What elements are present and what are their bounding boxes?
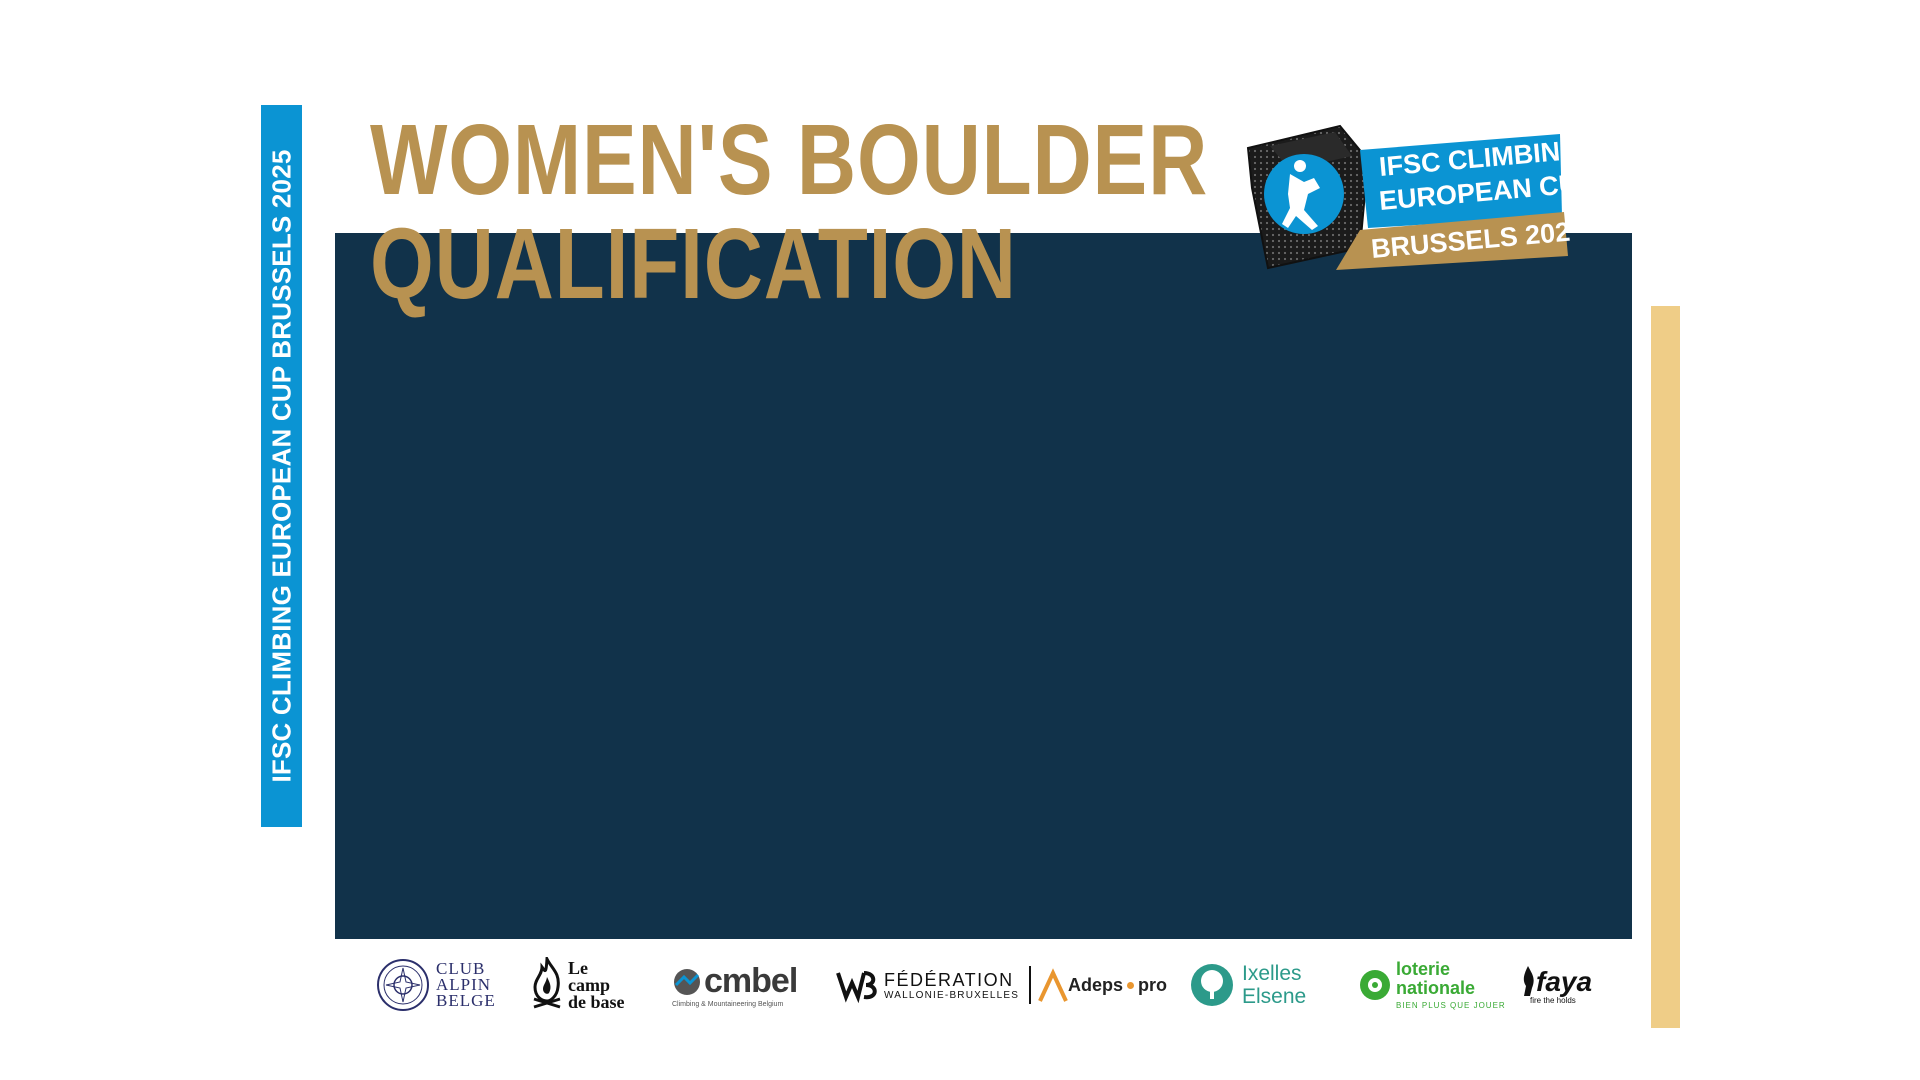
camp-line-3: de base	[568, 991, 625, 1012]
adeps-dot-icon	[1127, 981, 1135, 989]
gold-accent-bar	[1651, 306, 1680, 1028]
loterie-line-2: nationale	[1396, 978, 1476, 998]
loterie-clover-icon	[1360, 970, 1390, 1000]
federation-line-1: FÉDÉRATION	[884, 969, 1014, 990]
faya-flame-icon	[1523, 965, 1534, 996]
club-alpin-line-3: BELGE	[436, 991, 496, 1010]
club-alpin-seal-icon	[377, 959, 429, 1011]
federation-logo-icon	[836, 971, 877, 1004]
tree-icon	[1191, 964, 1233, 1006]
cmbel-tagline: Climbing & Mountaineering Belgium	[672, 1001, 784, 1008]
sponsor-cmbel: cmbel Climbing & Mountaineering Belgium	[672, 950, 798, 1020]
flame-icon	[533, 957, 561, 1009]
title-line-1: WOMEN'S BOULDER	[370, 104, 1209, 216]
title-line-2: QUALIFICATION	[370, 208, 1017, 320]
loterie-line-1: loterie	[1396, 959, 1451, 979]
sponsor-adeps-pro: Adeps pro	[1038, 950, 1167, 1020]
event-logo: IFSC CLIMBING EUROPEAN CUP BRUSSELS 2025	[1246, 124, 1570, 270]
side-banner: IFSC CLIMBING EUROPEAN CUP BRUSSELS 2025	[261, 105, 302, 827]
side-banner-text: IFSC CLIMBING EUROPEAN CUP BRUSSELS 2025	[266, 149, 296, 783]
sponsor-federation-wallonie-bruxelles: FÉDÉRATION WALLONIE-BRUXELLES	[834, 950, 1032, 1020]
adeps-peak-icon	[1038, 968, 1068, 1002]
camp-line-1: Le	[568, 957, 588, 978]
federation-line-2: WALLONIE-BRUXELLES	[884, 989, 1020, 1001]
cmbel-globe-icon	[674, 968, 700, 995]
broadcast-overlay: IFSC CLIMBING EUROPEAN CUP BRUSSELS 2025…	[0, 0, 1920, 1080]
sponsor-faya: faya fire the holds	[1520, 950, 1592, 1020]
faya-tagline: fire the holds	[1530, 995, 1576, 1005]
sponsor-club-alpin-belge: CLUB ALPIN BELGE	[376, 950, 496, 1020]
adeps-name: Adeps	[1068, 974, 1124, 995]
faya-name: faya	[1536, 965, 1593, 997]
sponsor-strip: CLUB ALPIN BELGE Le camp de base cmbel C…	[370, 950, 1595, 1020]
adeps-pro: pro	[1138, 974, 1168, 995]
sponsor-ixelles-elsene: Ixelles Elsene	[1190, 950, 1306, 1020]
video-panel	[335, 233, 1632, 939]
loterie-tagline: BIEN PLUS QUE JOUER	[1396, 1001, 1506, 1010]
sponsor-le-camp-de-base: Le camp de base	[530, 950, 625, 1020]
federation-divider	[1029, 966, 1032, 1004]
ixelles-line-2: Elsene	[1242, 985, 1307, 1008]
cmbel-name: cmbel	[704, 962, 798, 1000]
ixelles-line-1: Ixelles	[1242, 962, 1302, 985]
camp-line-2: camp	[568, 974, 610, 995]
page-title: WOMEN'S BOULDER QUALIFICATION	[370, 108, 1208, 316]
sponsor-loterie-nationale: loterie nationale BIEN PLUS QUE JOUER	[1358, 950, 1506, 1020]
